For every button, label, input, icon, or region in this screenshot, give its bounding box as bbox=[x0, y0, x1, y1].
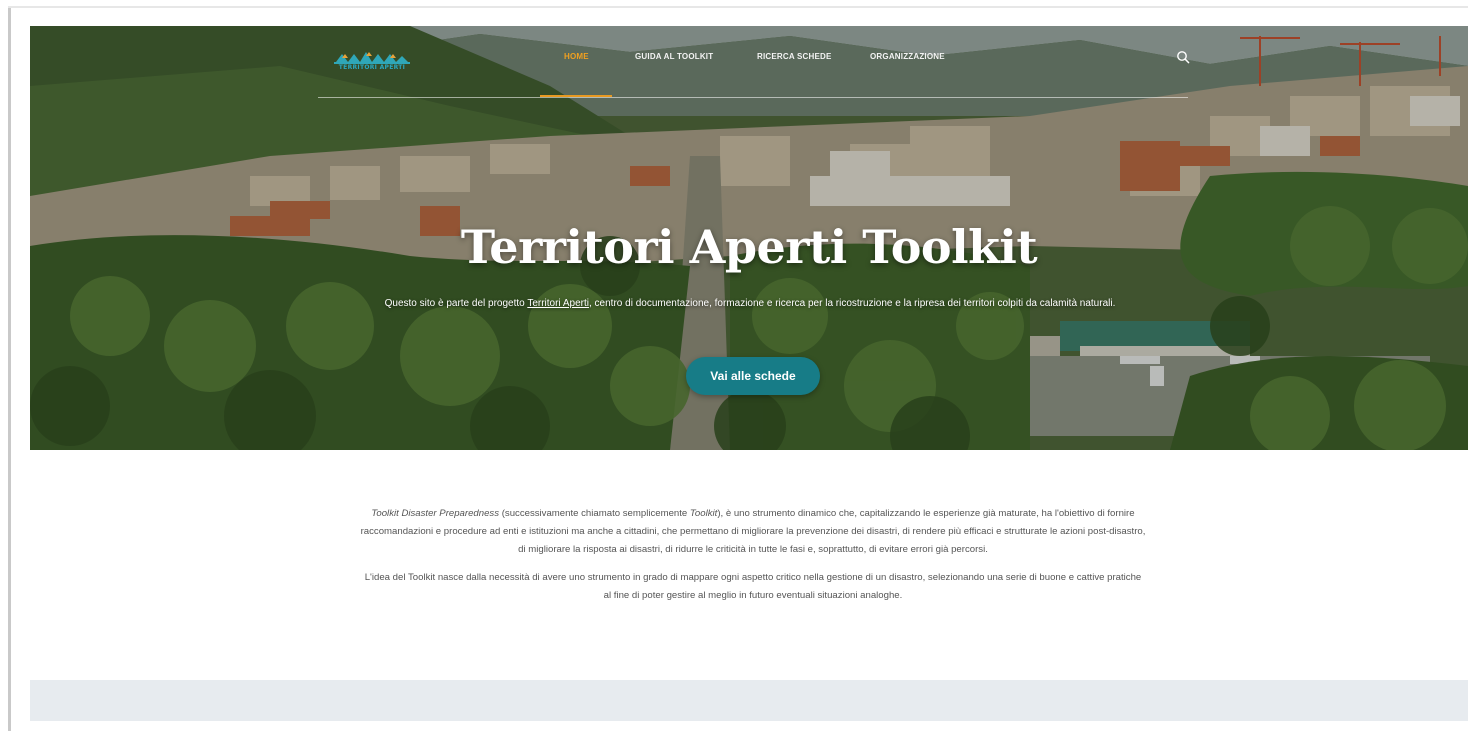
nav-item-home[interactable]: HOME bbox=[564, 52, 589, 61]
hero-subtitle: Questo sito è parte del progetto Territo… bbox=[370, 296, 1130, 312]
window-top-edge bbox=[8, 6, 1468, 8]
intro-text: (successivamente chiamato semplicemente bbox=[499, 508, 690, 519]
nav-item-guida-al-toolkit[interactable]: GUIDA AL TOOLKIT bbox=[635, 52, 713, 61]
hero-subtitle-text: Questo sito è parte del progetto bbox=[384, 298, 528, 309]
intro-section: Toolkit Disaster Preparedness (successiv… bbox=[360, 505, 1146, 605]
search-icon[interactable] bbox=[1176, 50, 1190, 64]
window-left-edge bbox=[8, 8, 11, 731]
hero-subtitle-text-end: , centro di documentazione, formazione e… bbox=[589, 298, 1116, 309]
hero-section: TERRITORI APERTI HOME GUIDA AL TOOLKIT R… bbox=[30, 26, 1468, 450]
nav-active-indicator bbox=[540, 95, 612, 97]
nav-item-organizzazione[interactable]: ORGANIZZAZIONE bbox=[870, 52, 945, 61]
territori-aperti-link[interactable]: Territori Aperti bbox=[527, 298, 589, 309]
footer-band bbox=[30, 680, 1468, 721]
intro-paragraph-1: Toolkit Disaster Preparedness (successiv… bbox=[360, 505, 1146, 559]
page-title: Territori Aperti Toolkit bbox=[460, 220, 1038, 274]
toolkit-name-emphasis: Toolkit Disaster Preparedness bbox=[371, 508, 500, 519]
vai-alle-schede-button[interactable]: Vai alle schede bbox=[686, 357, 820, 395]
logo-wordmark: TERRITORI APERTI bbox=[338, 64, 406, 71]
toolkit-short-emphasis: Toolkit bbox=[689, 508, 718, 519]
nav-divider bbox=[318, 97, 1188, 98]
main-navigation: TERRITORI APERTI HOME GUIDA AL TOOLKIT R… bbox=[30, 26, 1468, 100]
intro-paragraph-2: L'idea del Toolkit nasce dalla necessità… bbox=[364, 572, 1142, 601]
nav-item-ricerca-schede[interactable]: RICERCA SCHEDE bbox=[757, 52, 832, 61]
